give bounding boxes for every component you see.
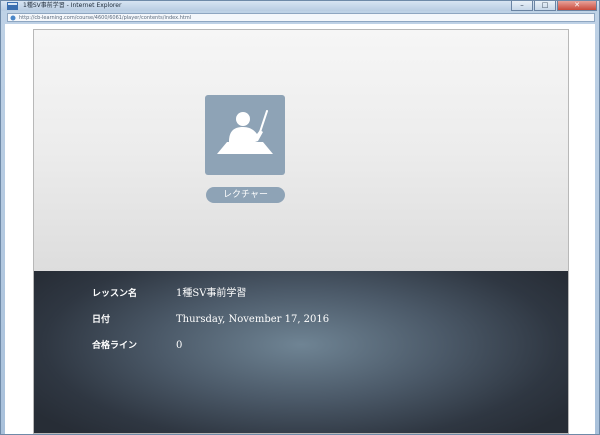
date-value: Thursday, November 17, 2016	[176, 314, 330, 325]
close-button[interactable]: ✕	[557, 1, 597, 11]
lesson-name-row: レッスン名 1種SV事前学習	[92, 287, 246, 301]
minimize-button[interactable]: –	[511, 1, 533, 11]
lecturer-at-desk-icon	[217, 110, 273, 154]
page-icon	[10, 15, 16, 21]
lesson-type-tile[interactable]	[205, 95, 285, 175]
lesson-type-badge[interactable]: レクチャー	[206, 187, 285, 203]
page-viewport: レクチャー レッスン名 1種SV事前学習 日付 Thursday, Novemb…	[5, 24, 595, 434]
app-icon	[7, 2, 18, 10]
lesson-panel: レクチャー レッスン名 1種SV事前学習 日付 Thursday, Novemb…	[33, 29, 569, 434]
title-bar[interactable]: 1種SV事前学習 - Internet Explorer – □ ✕	[1, 1, 599, 11]
window-controls: – □ ✕	[511, 1, 597, 11]
date-label: 日付	[92, 315, 111, 325]
lesson-name-value: 1種SV事前学習	[176, 288, 247, 299]
passing-line-row: 合格ライン 0	[92, 339, 182, 353]
maximize-button[interactable]: □	[534, 1, 556, 11]
lesson-info-area: レッスン名 1種SV事前学習 日付 Thursday, November 17,…	[34, 271, 568, 433]
window-title: 1種SV事前学習 - Internet Explorer	[23, 2, 122, 9]
passing-line-value: 0	[176, 340, 183, 351]
browser-window: 1種SV事前学習 - Internet Explorer – □ ✕ http:…	[0, 0, 600, 435]
passing-line-label: 合格ライン	[92, 341, 138, 351]
lesson-header-area: レクチャー	[34, 30, 568, 271]
address-bar[interactable]: http://cb-learning.com/course/4600/6061/…	[7, 13, 595, 22]
date-row: 日付 Thursday, November 17, 2016	[92, 313, 329, 327]
address-url: http://cb-learning.com/course/4600/6061/…	[19, 15, 192, 21]
lesson-name-label: レッスン名	[92, 289, 138, 299]
